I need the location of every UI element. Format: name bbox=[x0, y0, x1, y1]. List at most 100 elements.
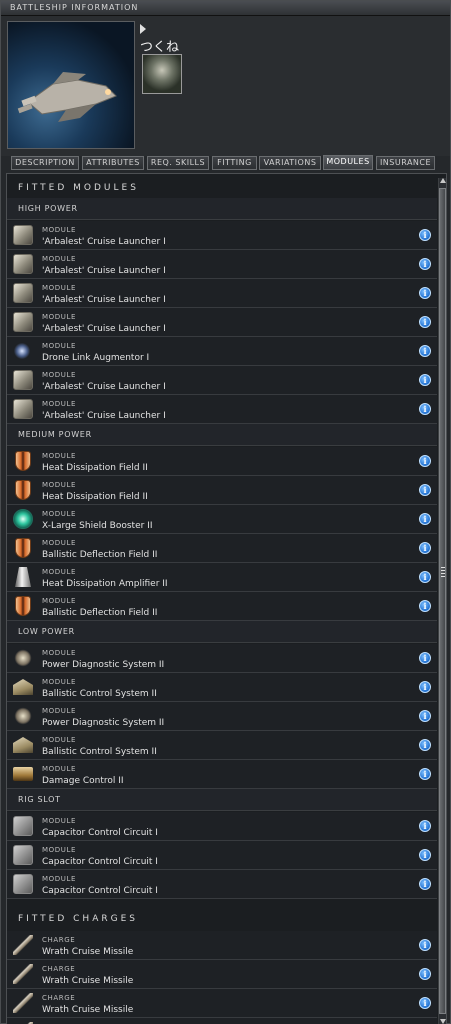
shield-amplifier-icon bbox=[15, 567, 31, 587]
list-item[interactable]: MODULE Ballistic Deflection Field II i bbox=[7, 592, 437, 621]
info-icon[interactable]: i bbox=[419, 968, 431, 980]
info-icon[interactable]: i bbox=[419, 513, 431, 525]
item-kind: MODULE bbox=[42, 707, 76, 715]
pilot-portrait[interactable] bbox=[142, 54, 182, 94]
tab-modules[interactable]: MODULES bbox=[323, 155, 373, 170]
info-icon[interactable]: i bbox=[419, 849, 431, 861]
tab-variations[interactable]: VARIATIONS bbox=[259, 156, 321, 170]
group-rig-slot-label: RIG SLOT bbox=[18, 795, 61, 804]
modules-panel: FITTED MODULES HIGH POWER MODULE 'Arbalest'… bbox=[6, 173, 447, 1024]
item-name: 'Arbalest' Cruise Launcher I bbox=[42, 237, 166, 247]
list-item[interactable]: MODULE 'Arbalest' Cruise Launcher I i bbox=[7, 221, 437, 250]
info-icon[interactable]: i bbox=[419, 403, 431, 415]
list-item[interactable]: CHARGE Wrath Cruise Missile i bbox=[7, 931, 437, 960]
info-icon[interactable]: i bbox=[419, 542, 431, 554]
list-item[interactable]: MODULE Capacitor Control Circuit I i bbox=[7, 841, 437, 870]
list-item[interactable]: MODULE Ballistic Control System II i bbox=[7, 673, 437, 702]
info-icon[interactable]: i bbox=[419, 316, 431, 328]
list-item[interactable]: MODULE Power Diagnostic System II i bbox=[7, 644, 437, 673]
item-kind: MODULE bbox=[42, 736, 76, 744]
list-item[interactable]: MODULE 'Arbalest' Cruise Launcher I i bbox=[7, 279, 437, 308]
group-rig-slot: RIG SLOT bbox=[7, 789, 437, 811]
list-item[interactable]: MODULE X-Large Shield Booster II i bbox=[7, 505, 437, 534]
item-kind: MODULE bbox=[42, 284, 76, 292]
item-kind: MODULE bbox=[42, 481, 76, 489]
item-name: Heat Dissipation Field II bbox=[42, 463, 148, 473]
info-icon[interactable]: i bbox=[419, 710, 431, 722]
pilot-name[interactable]: つくね bbox=[140, 36, 179, 55]
list-item[interactable]: MODULE 'Arbalest' Cruise Launcher I i bbox=[7, 250, 437, 279]
list-item[interactable]: CHARGE Wrath Cruise Missile i bbox=[7, 960, 437, 989]
tab-attributes[interactable]: ATTRIBUTES bbox=[82, 156, 144, 170]
item-kind: MODULE bbox=[42, 510, 76, 518]
scrollbar[interactable] bbox=[438, 178, 446, 1024]
list-item[interactable]: MODULE Heat Dissipation Field II i bbox=[7, 476, 437, 505]
scroll-down-icon[interactable] bbox=[440, 1019, 446, 1024]
info-icon[interactable]: i bbox=[419, 229, 431, 241]
group-medium-power-label: MEDIUM POWER bbox=[18, 430, 92, 439]
scroll-thumb[interactable] bbox=[439, 188, 446, 1014]
info-icon[interactable]: i bbox=[419, 287, 431, 299]
item-kind: MODULE bbox=[42, 875, 76, 883]
item-kind: MODULE bbox=[42, 568, 76, 576]
expand-arrow-icon[interactable] bbox=[140, 24, 146, 34]
item-name: Ballistic Deflection Field II bbox=[42, 550, 158, 560]
info-icon[interactable]: i bbox=[419, 739, 431, 751]
tab-bar: DESCRIPTION ATTRIBUTES REQ. SKILLS FITTING V… bbox=[1, 155, 450, 170]
info-icon[interactable]: i bbox=[419, 878, 431, 890]
info-icon[interactable]: i bbox=[419, 681, 431, 693]
list-item[interactable]: MODULE Heat Dissipation Amplifier II i bbox=[7, 563, 437, 592]
shield-hardener-icon bbox=[15, 596, 31, 616]
info-icon[interactable]: i bbox=[419, 455, 431, 467]
list-item[interactable]: MODULE Power Diagnostic System II i bbox=[7, 702, 437, 731]
info-icon[interactable]: i bbox=[419, 652, 431, 664]
info-icon[interactable]: i bbox=[419, 600, 431, 612]
info-icon[interactable]: i bbox=[419, 374, 431, 386]
grip-icon bbox=[441, 567, 445, 577]
list-item[interactable]: MODULE Capacitor Control Circuit I i bbox=[7, 812, 437, 841]
rig-icon bbox=[13, 816, 33, 836]
info-icon[interactable]: i bbox=[419, 820, 431, 832]
tab-req-skills[interactable]: REQ. SKILLS bbox=[147, 156, 209, 170]
item-kind: MODULE bbox=[42, 846, 76, 854]
info-icon[interactable]: i bbox=[419, 768, 431, 780]
list-item[interactable]: MODULE 'Arbalest' Cruise Launcher I i bbox=[7, 308, 437, 337]
shield-hardener-icon bbox=[15, 538, 31, 558]
list-item[interactable]: CHARGE Wrath Cruise Missile i bbox=[7, 989, 437, 1018]
tab-fitting[interactable]: FITTING bbox=[212, 156, 257, 170]
list-item[interactable]: MODULE Drone Link Augmentor I i bbox=[7, 337, 437, 366]
damage-control-icon bbox=[13, 767, 33, 781]
list-item[interactable]: MODULE Damage Control II i bbox=[7, 760, 437, 789]
list-item[interactable]: MODULE 'Arbalest' Cruise Launcher I i bbox=[7, 395, 437, 424]
item-kind: MODULE bbox=[42, 371, 76, 379]
info-icon[interactable]: i bbox=[419, 939, 431, 951]
launcher-icon bbox=[13, 225, 33, 245]
item-kind: MODULE bbox=[42, 539, 76, 547]
list-item[interactable]: CHARGEi bbox=[7, 1018, 437, 1024]
item-name: Wrath Cruise Missile bbox=[42, 1005, 134, 1015]
list-item[interactable]: MODULE Ballistic Deflection Field II i bbox=[7, 534, 437, 563]
scroll-up-icon[interactable] bbox=[440, 178, 446, 183]
info-icon[interactable]: i bbox=[419, 997, 431, 1009]
window-title: BATTLESHIP INFORMATION bbox=[10, 3, 139, 12]
list-item[interactable]: MODULE Heat Dissipation Field II i bbox=[7, 447, 437, 476]
group-low-power-label: LOW POWER bbox=[18, 627, 75, 636]
info-icon[interactable]: i bbox=[419, 258, 431, 270]
info-icon[interactable]: i bbox=[419, 345, 431, 357]
info-icon[interactable]: i bbox=[419, 571, 431, 583]
info-icon[interactable]: i bbox=[419, 484, 431, 496]
section-fitted-modules: FITTED MODULES bbox=[18, 183, 139, 193]
item-name: Wrath Cruise Missile bbox=[42, 947, 134, 957]
item-name: Wrath Cruise Missile bbox=[42, 976, 134, 986]
list-item[interactable]: MODULE Capacitor Control Circuit I i bbox=[7, 870, 437, 899]
list-item[interactable]: MODULE Ballistic Control System II i bbox=[7, 731, 437, 760]
drone-link-icon bbox=[13, 341, 33, 361]
group-medium-power: MEDIUM POWER bbox=[7, 424, 437, 446]
item-kind: CHARGE bbox=[42, 965, 76, 973]
list-item[interactable]: MODULE 'Arbalest' Cruise Launcher I i bbox=[7, 366, 437, 395]
launcher-icon bbox=[13, 370, 33, 390]
window-titlebar[interactable]: BATTLESHIP INFORMATION bbox=[1, 1, 450, 16]
tab-insurance[interactable]: INSURANCE bbox=[376, 156, 435, 170]
ballistic-control-icon bbox=[13, 679, 33, 695]
tab-description[interactable]: DESCRIPTION bbox=[11, 156, 79, 170]
